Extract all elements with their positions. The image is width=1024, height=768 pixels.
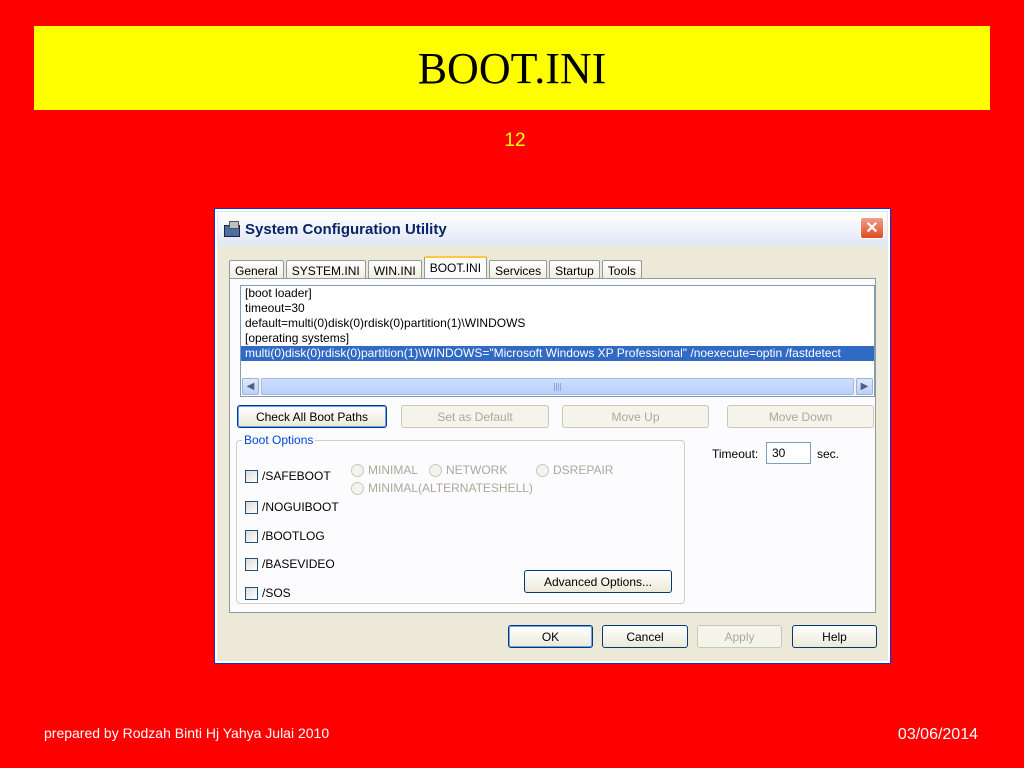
safeboot-checkbox[interactable]: /SAFEBOOT xyxy=(245,469,331,483)
checkbox-box xyxy=(245,557,258,571)
slide-title-band: BOOT.INI xyxy=(34,26,990,110)
boot-ini-panel: [boot loader] timeout=30 default=multi(0… xyxy=(229,278,876,613)
checkbox-label: /SAFEBOOT xyxy=(262,469,331,483)
boot-ini-listbox[interactable]: [boot loader] timeout=30 default=multi(0… xyxy=(240,285,875,397)
dsrepair-radio[interactable]: DSREPAIR xyxy=(536,463,613,477)
move-up-button[interactable]: Move Up xyxy=(562,405,709,428)
boot-ini-line[interactable]: default=multi(0)disk(0)rdisk(0)partition… xyxy=(241,316,874,331)
slide-title: BOOT.INI xyxy=(417,43,607,93)
scroll-right-button[interactable]: ▶ xyxy=(856,378,873,395)
checkbox-label: /BASEVIDEO xyxy=(262,557,335,571)
basevideo-checkbox[interactable]: /BASEVIDEO xyxy=(245,557,335,571)
checkbox-label: /BOOTLOG xyxy=(262,529,325,543)
bootlog-checkbox[interactable]: /BOOTLOG xyxy=(245,529,325,543)
sos-checkbox[interactable]: /SOS xyxy=(245,586,291,600)
radio-dot xyxy=(536,463,549,477)
help-button[interactable]: Help xyxy=(792,625,877,648)
apply-button[interactable]: Apply xyxy=(697,625,782,648)
checkbox-box xyxy=(245,500,258,514)
move-down-button[interactable]: Move Down xyxy=(727,405,874,428)
network-radio[interactable]: NETWORK xyxy=(429,463,507,477)
radio-label: DSREPAIR xyxy=(553,463,614,477)
boot-ini-line[interactable]: timeout=30 xyxy=(241,301,874,316)
ok-button[interactable]: OK xyxy=(508,625,593,648)
checkbox-label: /NOGUIBOOT xyxy=(262,500,339,514)
timeout-input[interactable]: 30 xyxy=(766,442,811,464)
checkbox-box xyxy=(245,586,258,600)
checkbox-box xyxy=(245,469,258,483)
minimal-radio[interactable]: MINIMAL xyxy=(351,463,418,477)
boot-options-label: Boot Options xyxy=(242,433,316,447)
radio-label: MINIMAL xyxy=(368,463,419,477)
scroll-left-button[interactable]: ◀ xyxy=(242,378,259,395)
radio-dot xyxy=(351,481,364,495)
close-icon: ✕ xyxy=(865,220,879,237)
checkbox-label: /SOS xyxy=(262,586,291,600)
close-button[interactable]: ✕ xyxy=(860,217,884,239)
scroll-thumb[interactable] xyxy=(261,378,854,395)
window-caption: System Configuration Utility xyxy=(245,220,447,238)
slide-number: 12 xyxy=(504,130,526,151)
advanced-options-button[interactable]: Advanced Options... xyxy=(524,570,672,593)
radio-label: MINIMAL(ALTERNATESHELL) xyxy=(368,481,533,495)
grip-icon xyxy=(553,383,562,391)
system-config-window: System Configuration Utility ✕ General S… xyxy=(214,208,891,664)
chevron-right-icon: ▶ xyxy=(860,381,869,392)
radio-dot xyxy=(429,463,442,477)
boot-ini-line[interactable]: [operating systems] xyxy=(241,331,874,346)
footer-date: 03/06/2014 xyxy=(897,726,978,743)
check-all-boot-paths-button[interactable]: Check All Boot Paths xyxy=(237,405,387,428)
boot-ini-line-selected[interactable]: multi(0)disk(0)rdisk(0)partition(1)\WIND… xyxy=(241,346,874,361)
cancel-button[interactable]: Cancel xyxy=(602,625,688,648)
boot-ini-line[interactable]: [boot loader] xyxy=(241,286,874,301)
msconfig-app-icon xyxy=(223,221,241,237)
timeout-unit-label: sec. xyxy=(817,447,840,461)
noguiboot-checkbox[interactable]: /NOGUIBOOT xyxy=(245,500,339,514)
chevron-left-icon: ◀ xyxy=(246,381,255,392)
set-as-default-button[interactable]: Set as Default xyxy=(401,405,549,428)
window-title-bar[interactable]: System Configuration Utility ✕ xyxy=(218,212,887,246)
horizontal-scrollbar[interactable]: ◀ ▶ xyxy=(242,378,873,395)
radio-label: NETWORK xyxy=(446,463,508,477)
minimal-alternateshell-radio[interactable]: MINIMAL(ALTERNATESHELL) xyxy=(351,481,533,495)
timeout-label: Timeout: xyxy=(712,447,759,461)
radio-dot xyxy=(351,463,364,477)
footer-author: prepared by Rodzah Binti Hj Yahya Julai … xyxy=(44,725,330,741)
checkbox-box xyxy=(245,529,258,543)
